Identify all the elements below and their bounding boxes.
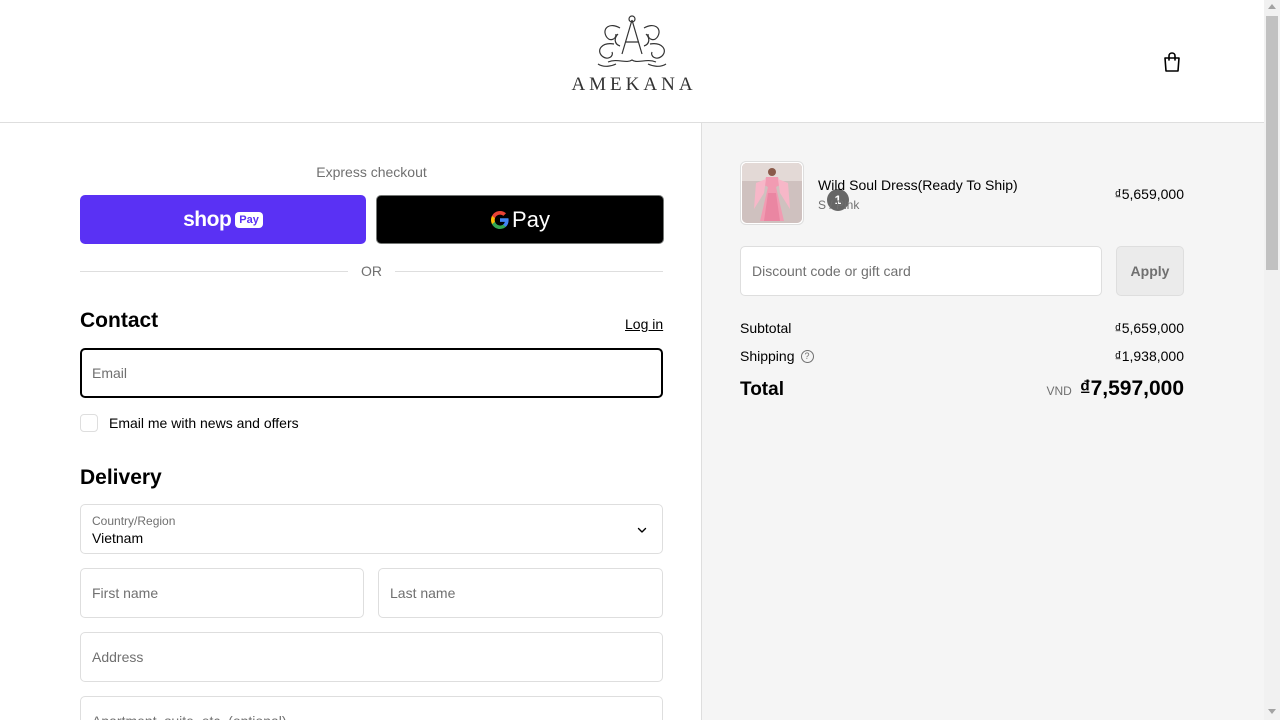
address-wrapper: [80, 632, 663, 682]
shipping-label: Shipping: [740, 348, 795, 364]
shop-pay-word: shop: [183, 207, 232, 231]
checkout-page: AMEKANA Express checkout shop Pay Pay OR…: [0, 0, 1280, 720]
subtotal-value: ₫5,659,000: [1114, 320, 1184, 336]
express-checkout-label: Express checkout: [316, 164, 427, 180]
apartment-wrapper: [80, 696, 663, 720]
shipping-value: ₫1,938,000: [1114, 348, 1184, 364]
news-offers-option[interactable]: Email me with news and offers: [80, 413, 299, 433]
news-offers-label: Email me with news and offers: [109, 415, 299, 431]
brand-logo[interactable]: AMEKANA: [560, 14, 704, 104]
country-label: Country/Region: [92, 514, 176, 528]
page-scrollbar[interactable]: [1264, 0, 1280, 720]
brand-name: AMEKANA: [571, 74, 697, 95]
news-offers-checkbox[interactable]: [80, 414, 98, 432]
help-icon[interactable]: ?: [800, 349, 814, 363]
product-image: [742, 163, 802, 223]
shipping-row-label: Shipping ?: [740, 348, 814, 364]
last-name-wrapper: [378, 568, 663, 618]
total-amount: VND ₫7,597,000: [1046, 377, 1184, 401]
crest-icon: [597, 15, 667, 67]
divider-line: [395, 271, 663, 272]
email-field-wrapper: [80, 348, 663, 398]
login-link[interactable]: Log in: [625, 316, 663, 332]
country-select[interactable]: Country/Region Vietnam: [80, 504, 663, 554]
shopping-bag-icon: [1164, 52, 1180, 72]
shop-pay-pill: Pay: [235, 211, 263, 228]
address-field[interactable]: [81, 633, 662, 681]
header: AMEKANA: [0, 0, 1264, 123]
chevron-down-icon: [637, 527, 647, 533]
order-summary: 1 Wild Soul Dress(Ready To Ship) S / Pin…: [701, 123, 1264, 720]
email-field[interactable]: [82, 350, 661, 396]
divider-line: [80, 271, 348, 272]
country-value: Vietnam: [92, 530, 144, 546]
product-price: ₫5,659,000: [1114, 186, 1184, 202]
cart-button[interactable]: [1158, 48, 1186, 76]
discount-code-field[interactable]: [741, 247, 1101, 295]
first-name-field[interactable]: [81, 569, 363, 617]
scroll-up-arrow-icon[interactable]: [1268, 4, 1276, 9]
delivery-heading: Delivery: [80, 466, 162, 489]
google-pay-word: Pay: [512, 206, 550, 232]
scroll-down-arrow-icon[interactable]: [1268, 709, 1276, 714]
total-label: Total: [740, 379, 784, 400]
google-pay-button[interactable]: Pay: [376, 195, 664, 244]
product-name: Wild Soul Dress(Ready To Ship): [818, 177, 1018, 193]
total-value: ₫7,597,000: [1079, 377, 1184, 400]
or-divider: OR: [80, 263, 663, 281]
apartment-field[interactable]: [81, 697, 662, 720]
discount-wrapper: [740, 246, 1102, 296]
first-name-wrapper: [80, 568, 364, 618]
shop-pay-button[interactable]: shop Pay: [80, 195, 366, 244]
or-label: OR: [361, 263, 382, 279]
dress-image: [742, 163, 802, 223]
checkout-form: Express checkout shop Pay Pay OR Contact…: [0, 123, 701, 720]
apply-discount-button[interactable]: Apply: [1116, 246, 1184, 296]
google-g-icon: [491, 210, 509, 229]
product-thumbnail: 1: [740, 161, 849, 225]
last-name-field[interactable]: [379, 569, 662, 617]
total-currency: VND: [1046, 384, 1072, 398]
scroll-thumb[interactable]: [1266, 16, 1278, 270]
contact-heading: Contact: [80, 309, 159, 332]
product-variant: S / Pink: [818, 198, 860, 212]
subtotal-label: Subtotal: [740, 320, 792, 336]
